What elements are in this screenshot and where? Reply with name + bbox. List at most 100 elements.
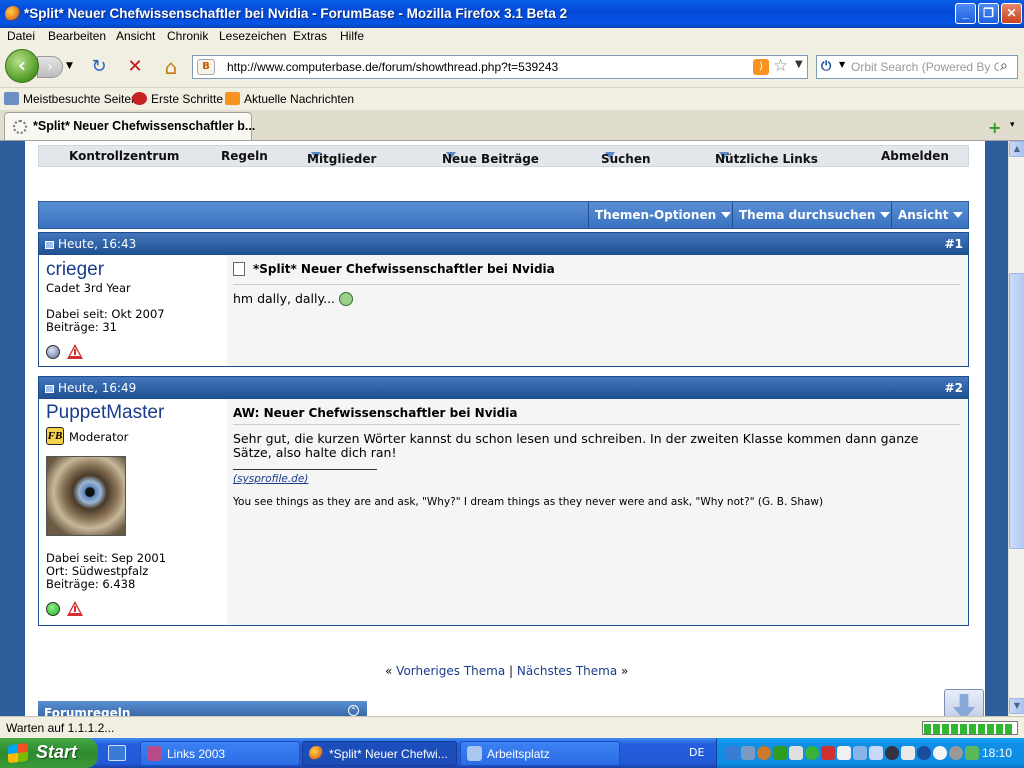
search-input[interactable]: Orbit Search (Powered By Google) bbox=[851, 60, 999, 74]
user-rank: Cadet 3rd Year bbox=[46, 281, 131, 295]
search-engine-icon[interactable]: ⏻ bbox=[821, 59, 835, 75]
menu-lesezeichen[interactable]: Lesezeichen bbox=[219, 29, 286, 43]
report-post-icon[interactable] bbox=[67, 344, 83, 359]
tray-app-icon[interactable] bbox=[869, 745, 883, 760]
volume-icon[interactable] bbox=[837, 745, 851, 760]
post-content: AW: Neuer Chefwissenschaftler bei Nvidia… bbox=[227, 399, 968, 625]
smiley-icon bbox=[339, 292, 354, 306]
nav-mitglieder[interactable]: Mitglieder bbox=[307, 149, 376, 166]
search-bar[interactable]: ⏻ ▼ Orbit Search (Powered By Google) ⌕ bbox=[816, 55, 1018, 79]
tab-title: *Split* Neuer Chefwissenschaftler b... bbox=[33, 119, 256, 133]
scroll-up-button[interactable]: ▲ bbox=[1009, 141, 1024, 157]
bookmark-erste-schritte[interactable]: Erste Schritte bbox=[132, 92, 223, 106]
report-post-icon[interactable] bbox=[67, 601, 83, 616]
tray-app-icon[interactable] bbox=[885, 745, 899, 760]
previous-thread-link[interactable]: Vorheriges Thema bbox=[396, 664, 505, 678]
taskbar-item-firefox[interactable]: *Split* Neuer Chefwi... bbox=[302, 741, 457, 766]
nav-abmelden[interactable]: Abmelden bbox=[881, 149, 949, 163]
nav-neue-beitraege[interactable]: Neue Beiträge bbox=[442, 149, 539, 166]
language-indicator[interactable]: DE bbox=[689, 746, 704, 759]
page-viewport: Kontrollzentrum Regeln Mitglieder Neue B… bbox=[0, 141, 1008, 716]
search-icon[interactable]: ⌕ bbox=[1000, 58, 1008, 74]
tray-app-icon[interactable] bbox=[805, 745, 819, 760]
firefox-icon bbox=[5, 6, 21, 22]
tray-app-icon[interactable] bbox=[789, 745, 803, 760]
new-tab-icon[interactable]: + bbox=[988, 118, 1001, 137]
taskbar-item-links-2003[interactable]: Links 2003 bbox=[140, 741, 300, 766]
menu-datei[interactable]: Datei bbox=[7, 29, 35, 43]
home-icon[interactable]: ⌂ bbox=[160, 56, 182, 78]
thread-view-menu[interactable]: Ansicht bbox=[891, 202, 969, 228]
scroll-down-button[interactable]: ▼ bbox=[1009, 698, 1024, 714]
vertical-scrollbar[interactable]: ▲ ▼ bbox=[1008, 141, 1024, 716]
reload-icon[interactable]: ↻ bbox=[88, 56, 110, 78]
nav-regeln[interactable]: Regeln bbox=[221, 149, 268, 163]
tray-app-icon[interactable] bbox=[933, 745, 947, 760]
thread-search-menu[interactable]: Thema durchsuchen bbox=[732, 202, 896, 228]
post-number-link[interactable]: #1 bbox=[945, 237, 963, 251]
tray-app-icon[interactable] bbox=[741, 745, 755, 760]
menu-extras[interactable]: Extras bbox=[293, 29, 327, 43]
thread-options-menu[interactable]: Themen-Optionen bbox=[588, 202, 737, 228]
stop-icon[interactable]: ✕ bbox=[124, 56, 146, 78]
post-2: Heute, 16:49 #2 PuppetMaster FB Moderato… bbox=[38, 376, 969, 626]
post-number-link[interactable]: #2 bbox=[945, 381, 963, 395]
tray-app-icon[interactable] bbox=[821, 745, 835, 760]
tray-app-icon[interactable] bbox=[949, 745, 963, 760]
user-joined: Dabei seit: Okt 2007 bbox=[46, 307, 165, 321]
firefox-icon bbox=[309, 746, 324, 761]
avatar[interactable] bbox=[46, 456, 126, 536]
tray-app-icon[interactable] bbox=[773, 745, 787, 760]
url-text[interactable]: http://www.computerbase.de/forum/showthr… bbox=[227, 60, 558, 74]
bookmark-aktuelle-nachrichten[interactable]: Aktuelle Nachrichten bbox=[225, 92, 354, 106]
signature-link[interactable]: (sysprofile.de) bbox=[233, 473, 308, 485]
tab-active[interactable]: *Split* Neuer Chefwissenschaftler b... bbox=[4, 112, 256, 140]
back-button[interactable]: ‹ bbox=[5, 49, 39, 83]
thread-pager: « Vorheriges Thema | Nächstes Thema » bbox=[385, 664, 629, 678]
user-joined: Dabei seit: Sep 2001 bbox=[46, 551, 167, 565]
nav-kontrollzentrum[interactable]: Kontrollzentrum bbox=[69, 149, 179, 163]
post-1: Heute, 16:43 #1 crieger Cadet 3rd Year D… bbox=[38, 232, 969, 367]
rss-feed-icon[interactable]: ) bbox=[753, 59, 769, 75]
search-engine-dropdown-icon[interactable]: ▼ bbox=[839, 60, 845, 69]
next-thread-link[interactable]: Nächstes Thema bbox=[517, 664, 617, 678]
collapse-icon[interactable]: ⌃ bbox=[348, 705, 359, 716]
status-bar: Warten auf 1.1.1.2... bbox=[0, 716, 1024, 738]
username-link[interactable]: crieger bbox=[46, 259, 104, 281]
post-icon bbox=[45, 385, 54, 393]
bookmark-star-icon[interactable]: ☆ bbox=[773, 56, 788, 76]
tray-app-icon[interactable] bbox=[917, 745, 931, 760]
start-button[interactable]: Start bbox=[0, 738, 98, 768]
history-dropdown-icon[interactable]: ▼ bbox=[66, 61, 73, 71]
tray-app-icon[interactable] bbox=[725, 745, 739, 760]
minimize-button[interactable]: _ bbox=[955, 3, 976, 24]
url-dropdown-icon[interactable]: ▼ bbox=[795, 59, 803, 70]
window-titlebar: *Split* Neuer Chefwissenschaftler bei Nv… bbox=[0, 0, 1024, 28]
menu-bearbeiten[interactable]: Bearbeiten bbox=[48, 29, 106, 43]
url-bar[interactable]: B http://www.computerbase.de/forum/showt… bbox=[192, 55, 808, 79]
tray-app-icon[interactable] bbox=[853, 745, 867, 760]
tab-list-icon[interactable]: ▾ bbox=[1010, 120, 1015, 130]
dropdown-arrow-icon bbox=[953, 212, 964, 218]
forward-button[interactable]: › bbox=[37, 56, 63, 78]
quicklaunch-icon[interactable] bbox=[108, 745, 126, 761]
site-identity-icon[interactable]: B bbox=[197, 59, 215, 75]
maximize-button[interactable]: ❐ bbox=[978, 3, 999, 24]
scroll-thumb[interactable] bbox=[1009, 273, 1024, 549]
tray-app-icon[interactable] bbox=[901, 745, 915, 760]
thread-tools-bar: Themen-Optionen Thema durchsuchen Ansich… bbox=[38, 201, 969, 229]
nav-suchen[interactable]: Suchen bbox=[601, 149, 651, 166]
system-tray: DE 18:10 bbox=[689, 738, 1024, 768]
bookmark-meistbesuchte[interactable]: Meistbesuchte Seiten bbox=[4, 92, 138, 106]
nav-nuetzliche-links[interactable]: Nützliche Links bbox=[715, 149, 818, 166]
loading-spinner-icon bbox=[13, 120, 27, 134]
post-header: Heute, 16:43 #1 bbox=[39, 233, 968, 255]
tray-app-icon[interactable] bbox=[757, 745, 771, 760]
menu-chronik[interactable]: Chronik bbox=[167, 29, 208, 43]
tray-app-icon[interactable] bbox=[965, 745, 979, 760]
username-link[interactable]: PuppetMaster bbox=[46, 402, 164, 424]
menu-ansicht[interactable]: Ansicht bbox=[116, 29, 155, 43]
menu-hilfe[interactable]: Hilfe bbox=[340, 29, 364, 43]
close-button[interactable]: ✕ bbox=[1001, 3, 1022, 24]
taskbar-item-arbeitsplatz[interactable]: Arbeitsplatz bbox=[460, 741, 620, 766]
